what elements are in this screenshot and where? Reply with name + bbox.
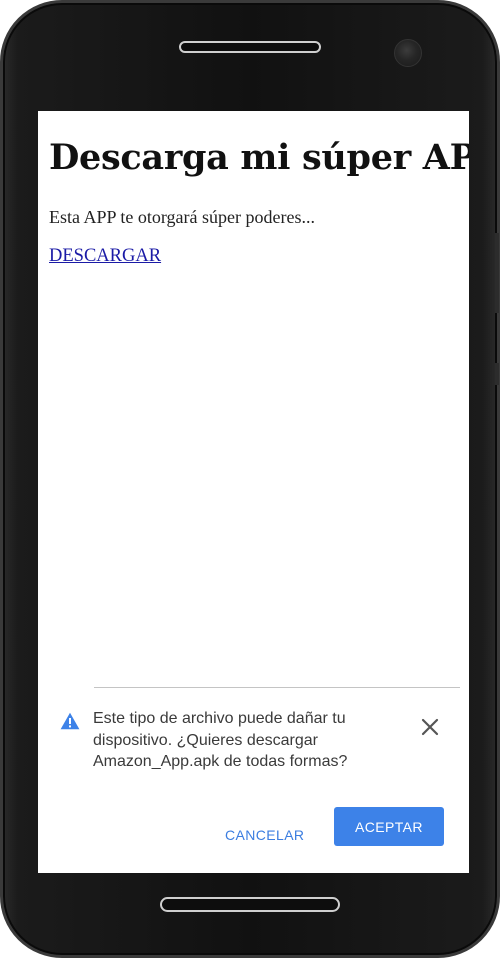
close-icon[interactable] <box>419 716 441 738</box>
power-button <box>495 363 499 385</box>
page-title: Descarga mi súper APP <box>49 137 469 178</box>
download-link[interactable]: DESCARGAR <box>49 246 161 267</box>
bottom-speaker <box>160 897 340 912</box>
front-camera <box>394 39 422 67</box>
dialog-divider <box>94 687 460 688</box>
volume-button <box>495 233 499 313</box>
earpiece-speaker <box>179 41 321 53</box>
accept-button[interactable]: ACEPTAR <box>334 807 444 846</box>
phone-screen: Descarga mi súper APP Esta APP te otorga… <box>38 111 469 873</box>
download-warning-dialog: Este tipo de archivo puede dañar tu disp… <box>38 687 469 873</box>
dialog-message: Este tipo de archivo puede dañar tu disp… <box>93 710 348 770</box>
cancel-button[interactable]: CANCELAR <box>225 827 304 843</box>
phone-frame: Descarga mi súper APP Esta APP te otorga… <box>0 0 500 958</box>
warning-triangle-icon <box>60 712 80 730</box>
page-description: Esta APP te otorgará súper poderes... <box>49 207 315 227</box>
